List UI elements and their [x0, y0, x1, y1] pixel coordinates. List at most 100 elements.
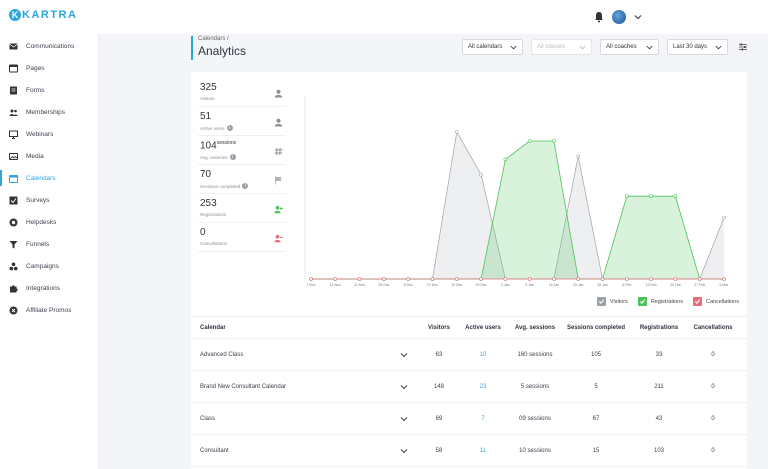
date-range-select[interactable]: Last 30 days: [667, 39, 728, 55]
sidebar: Communications Pages Forms Memberships Webin…: [0, 34, 99, 469]
header-calendar[interactable]: Calendar: [200, 317, 226, 338]
legend-cancellations[interactable]: Cancellations: [692, 297, 739, 306]
table-row[interactable]: Brand New Consultant Calendar 148 23 5 sess…: [191, 371, 747, 403]
media-icon: [9, 152, 18, 161]
stat-cancellations: 0 Cancellations: [198, 223, 286, 252]
sidebar-item-forms[interactable]: Forms: [0, 79, 98, 101]
cell-active-users[interactable]: 11: [459, 435, 507, 466]
sidebar-item-memberships[interactable]: Memberships: [0, 101, 98, 123]
sidebar-item-calendars[interactable]: Calendars: [0, 167, 98, 189]
header-visitors[interactable]: Visitors: [419, 317, 459, 338]
checkbox-icon[interactable]: [637, 297, 647, 306]
data-point-registrations: [625, 194, 629, 198]
envelope-icon: [9, 42, 18, 51]
table-row[interactable]: Consultant 58 11 10 sessions 15 103 0: [191, 435, 747, 467]
cell-cancellations: 0: [711, 383, 715, 390]
kartra-logo[interactable]: K KARTRA: [9, 9, 77, 21]
expand-chevron-icon[interactable]: [400, 435, 408, 466]
x-tick-label: 13 Feb: [646, 283, 657, 287]
data-point-cancellations: [625, 277, 629, 281]
form-icon: [9, 86, 18, 95]
data-point-cancellations: [406, 277, 410, 281]
cell-active-users[interactable]: 23: [459, 371, 507, 402]
sidebar-item-affiliate-promos[interactable]: Affiliate Promos: [0, 299, 98, 321]
calendar-name[interactable]: Class: [200, 403, 215, 434]
sidebar-item-integrations[interactable]: Integrations: [0, 277, 98, 299]
stat-label-wrap: Registrations: [200, 212, 226, 217]
calendar-table: Calendar Visitors Active users Avg. sess…: [191, 316, 747, 467]
checkbox-icon[interactable]: [692, 297, 702, 306]
info-icon[interactable]: i: [226, 125, 233, 131]
person-icon: [274, 118, 283, 127]
header-avg-sessions[interactable]: Avg. sessions: [509, 317, 561, 338]
stat-value: 0: [200, 227, 206, 238]
legend-registrations[interactable]: Registrations: [637, 297, 683, 306]
calendar-name[interactable]: Consultant: [200, 435, 229, 466]
stat-label-wrap: Visitors: [200, 96, 215, 101]
person-icon: [274, 89, 283, 98]
data-point-registrations: [649, 194, 653, 198]
sidebar-item-webinars[interactable]: Webinars: [0, 123, 98, 145]
breadcrumb[interactable]: Calendars /: [198, 36, 246, 42]
bell-icon[interactable]: [594, 11, 604, 23]
info-icon[interactable]: i: [229, 154, 236, 160]
series-area-registrations: [311, 141, 724, 279]
x-tick-label: 14 Nov: [330, 283, 341, 287]
header-registrations[interactable]: Registrations: [633, 317, 685, 338]
chevron-down-icon[interactable]: [634, 13, 642, 21]
expand-chevron-icon[interactable]: [400, 339, 408, 370]
sidebar-item-communications[interactable]: Communications: [0, 35, 98, 57]
data-point-cancellations: [309, 277, 313, 281]
table-row[interactable]: Class 69 7 09 sessions 67 43 0: [191, 403, 747, 435]
stat-label: Visitors: [200, 96, 215, 101]
header-sessions-completed[interactable]: Sessions completed: [564, 317, 628, 338]
analytics-card: 325 Visitors 51 Active users i 104sessions Avg…: [191, 72, 747, 469]
data-point-cancellations: [333, 277, 338, 281]
calendar-name[interactable]: Brand New Consultant Calendar: [200, 371, 286, 402]
stat-number: 325: [200, 82, 217, 93]
settings-sliders-icon[interactable]: [738, 42, 748, 52]
legend-label: Visitors: [609, 298, 628, 305]
calendars-select[interactable]: All calendars: [462, 39, 523, 55]
data-point-cancellations: [430, 277, 435, 281]
calendar-name[interactable]: Advanced Class: [200, 339, 243, 370]
classes-select[interactable]: All classes: [531, 39, 592, 55]
puzzle-icon: [9, 284, 18, 293]
header-cancellations[interactable]: Cancellations: [687, 317, 739, 338]
sidebar-item-label: Integrations: [26, 284, 60, 292]
cell-active-users[interactable]: 7: [459, 403, 507, 434]
sidebar-item-surveys[interactable]: Surveys: [0, 189, 98, 211]
sidebar-item-funnels[interactable]: Funnels: [0, 233, 98, 255]
stat-label-wrap: Cancellations: [200, 241, 227, 246]
sidebar-item-helpdesks[interactable]: Helpdesks: [0, 211, 98, 233]
stat-label: Cancellations: [200, 241, 228, 246]
cell-avg-sessions: 160 sessions: [517, 351, 553, 358]
avatar[interactable]: [612, 10, 626, 24]
cell-active-users[interactable]: 10: [459, 339, 507, 370]
x-tick-label: 7 Nov: [306, 283, 315, 287]
sidebar-item-label: Memberships: [26, 108, 66, 116]
sidebar-item-campaigns[interactable]: Campaigns: [0, 255, 98, 277]
cell-avg-sessions: 09 sessions: [519, 415, 551, 422]
funnel-icon: [9, 240, 18, 249]
data-point-registrations: [673, 194, 678, 198]
checkbox-icon[interactable]: [596, 297, 606, 306]
legend-visitors[interactable]: Visitors: [596, 297, 628, 306]
coaches-select[interactable]: All coaches: [600, 39, 659, 55]
stat-number: 104: [200, 140, 217, 152]
header-active-users[interactable]: Active users: [459, 317, 507, 338]
expand-chevron-icon[interactable]: [400, 403, 408, 434]
data-point-cancellations: [503, 277, 508, 281]
page-header: Calendars / Analytics: [191, 36, 246, 60]
legend-label: Cancellations: [705, 298, 739, 305]
sidebar-item-pages[interactable]: Pages: [0, 57, 98, 79]
info-icon[interactable]: i: [242, 183, 249, 189]
survey-icon: [9, 196, 18, 205]
sidebar-item-label: Helpdesks: [26, 218, 57, 226]
calendars-select-value: All calendars: [468, 44, 503, 50]
x-tick-label: 30 Jan: [597, 283, 608, 287]
data-point-cancellations: [673, 277, 678, 281]
expand-chevron-icon[interactable]: [400, 371, 408, 402]
table-row[interactable]: Advanced Class 63 10 160 sessions 105 33 0: [191, 339, 747, 371]
sidebar-item-media[interactable]: Media: [0, 145, 98, 167]
